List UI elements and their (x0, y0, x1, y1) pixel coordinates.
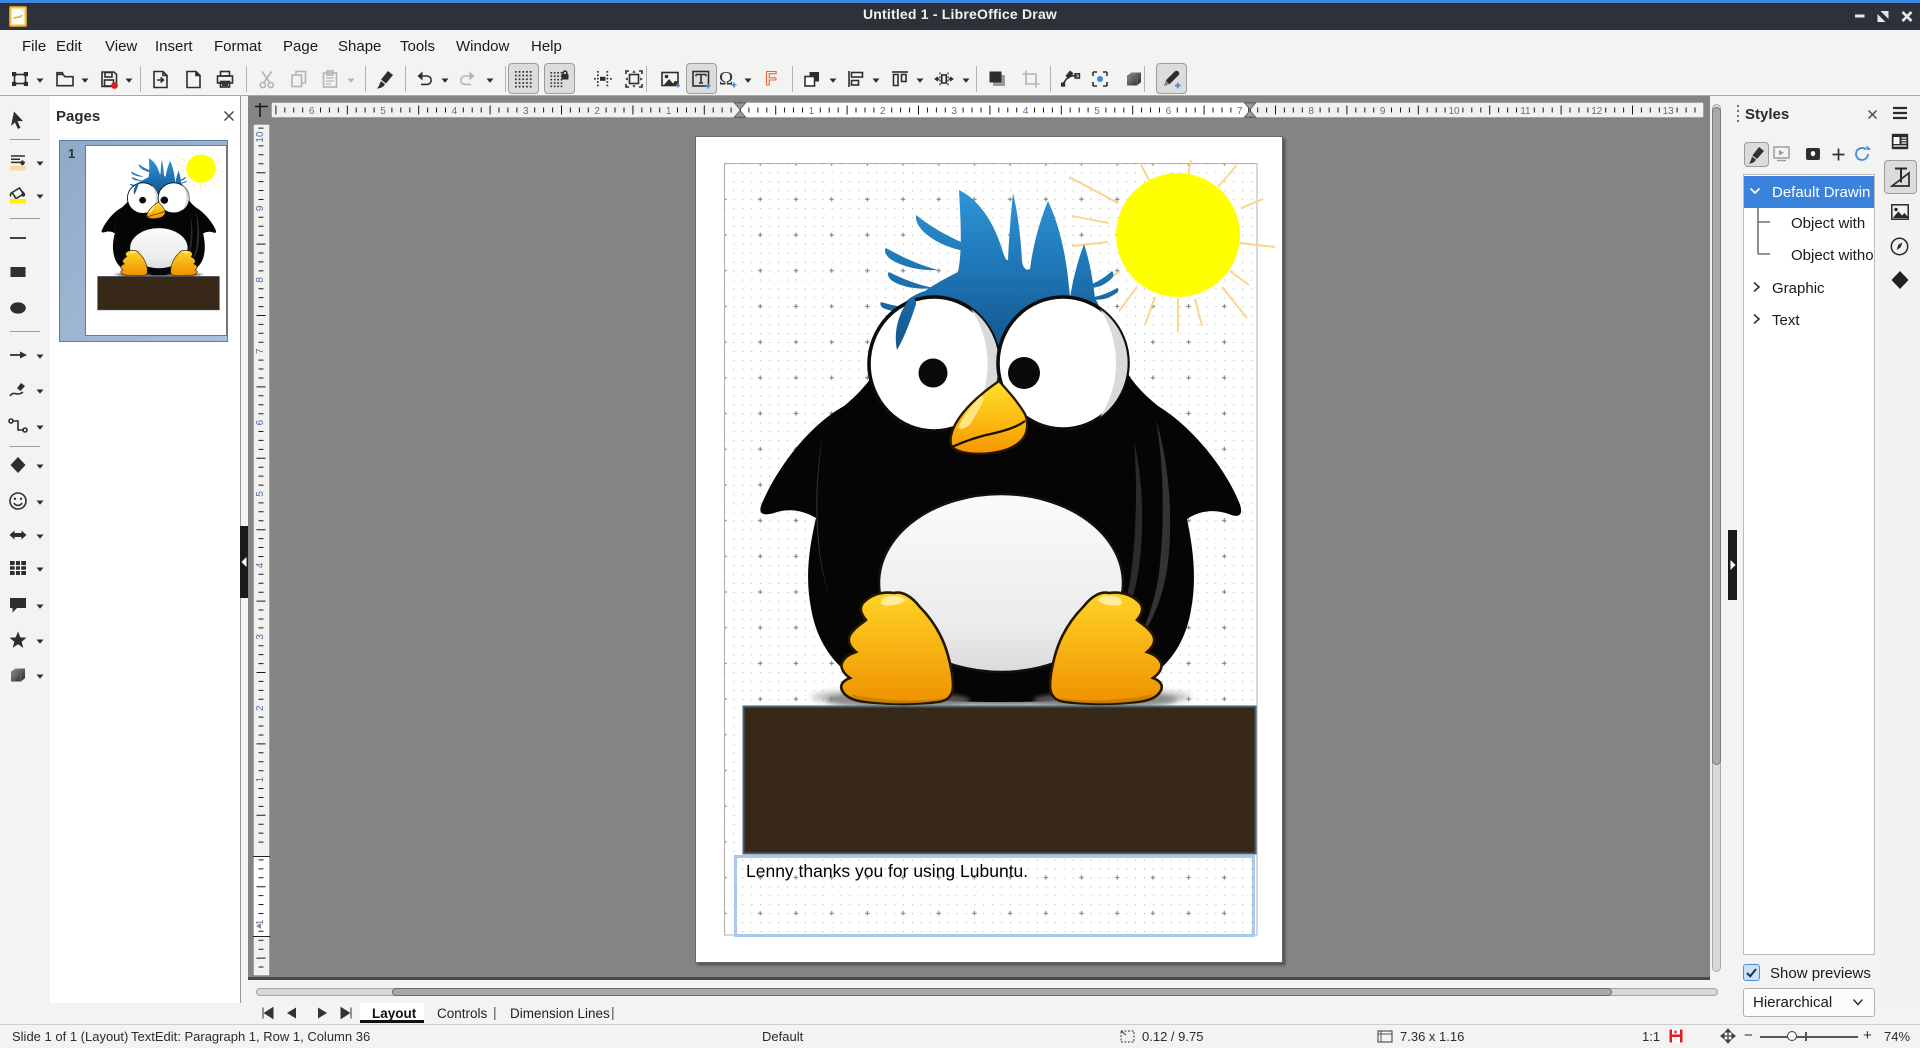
svg-text:7: 7 (1237, 106, 1243, 117)
svg-text:11: 11 (1520, 106, 1531, 117)
svg-text:3: 3 (951, 106, 957, 117)
svg-text:7: 7 (255, 348, 266, 354)
svg-text:6: 6 (309, 106, 315, 117)
svg-text:6: 6 (255, 419, 266, 425)
svg-text:Ω: Ω (719, 69, 733, 90)
svg-text:2: 2 (255, 705, 266, 711)
svg-text:4: 4 (255, 562, 266, 568)
svg-text:8: 8 (1308, 106, 1314, 117)
svg-text:4: 4 (1023, 106, 1029, 117)
svg-text:9: 9 (1380, 106, 1386, 117)
svg-text:1: 1 (666, 106, 672, 117)
svg-text:10: 10 (1448, 106, 1460, 117)
svg-text:5: 5 (380, 106, 386, 117)
svg-text:2: 2 (594, 106, 600, 117)
svg-text:1: 1 (809, 106, 815, 117)
svg-text:13: 13 (1663, 106, 1675, 117)
svg-text:10: 10 (255, 131, 266, 143)
svg-text:6: 6 (1166, 106, 1172, 117)
svg-text:8: 8 (255, 277, 266, 283)
svg-text:3: 3 (255, 634, 266, 640)
svg-text:3: 3 (523, 106, 529, 117)
svg-text:F: F (765, 69, 777, 90)
svg-text:9: 9 (255, 205, 266, 211)
svg-text:5: 5 (255, 491, 266, 497)
svg-text:2: 2 (880, 106, 886, 117)
svg-text:Lenny thanks you for using Lub: Lenny thanks you for using Lubuntu. (746, 861, 1028, 881)
svg-text:1: 1 (255, 776, 266, 782)
svg-text:12: 12 (1591, 106, 1603, 117)
svg-text:4: 4 (452, 106, 458, 117)
svg-text:5: 5 (1094, 106, 1100, 117)
